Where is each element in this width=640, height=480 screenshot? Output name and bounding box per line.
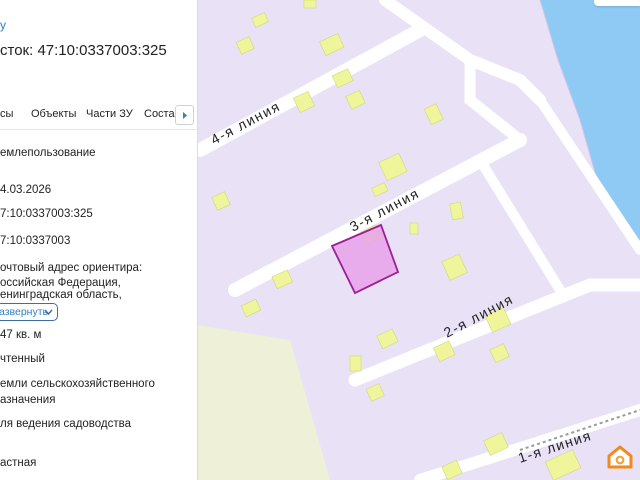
expand-button[interactable]: азвернуть [0,303,58,321]
field-permitted-use: ля ведения садоводства [0,418,132,430]
back-link[interactable]: у [0,18,6,32]
house-logo-icon[interactable] [607,445,633,474]
field-cadastral-number: 7:10:0337003:325 [0,208,93,220]
page-title: сток: 47:10:0337003:325 [0,42,167,59]
map-control-button[interactable] [594,0,640,6]
tab-bar: сы Объекты Части ЗУ Состав [0,101,197,130]
field-status: чтенный [0,353,45,365]
field-ownership: астная [0,457,37,469]
field-address-line-3: енинградская область, [0,289,122,301]
tab-objects[interactable]: Объекты [31,108,76,120]
field-area: 47 кв. м [0,329,42,341]
field-block-number: 7:10:0337003 [0,235,71,247]
field-address-line-1: очтовый адрес ориентира: [0,262,143,274]
field-date: 4.03.2026 [0,184,52,196]
tab-attributes[interactable]: сы [0,108,13,120]
field-land-use: емлепользование [0,147,96,159]
info-panel: у сток: 47:10:0337003:325 сы Объекты Час… [0,0,198,480]
chevron-right-icon [183,112,187,119]
field-address-line-2: оссийская Федерация, [0,277,121,289]
expand-button-label: азвернуть [0,306,49,318]
tabs-next-button[interactable] [175,105,194,125]
tab-parts[interactable]: Части ЗУ [86,108,133,120]
chevron-down-icon [44,309,53,315]
field-category-line-2: азначения [0,394,56,406]
field-category-line-1: емли сельскохозяйственного [0,378,155,390]
